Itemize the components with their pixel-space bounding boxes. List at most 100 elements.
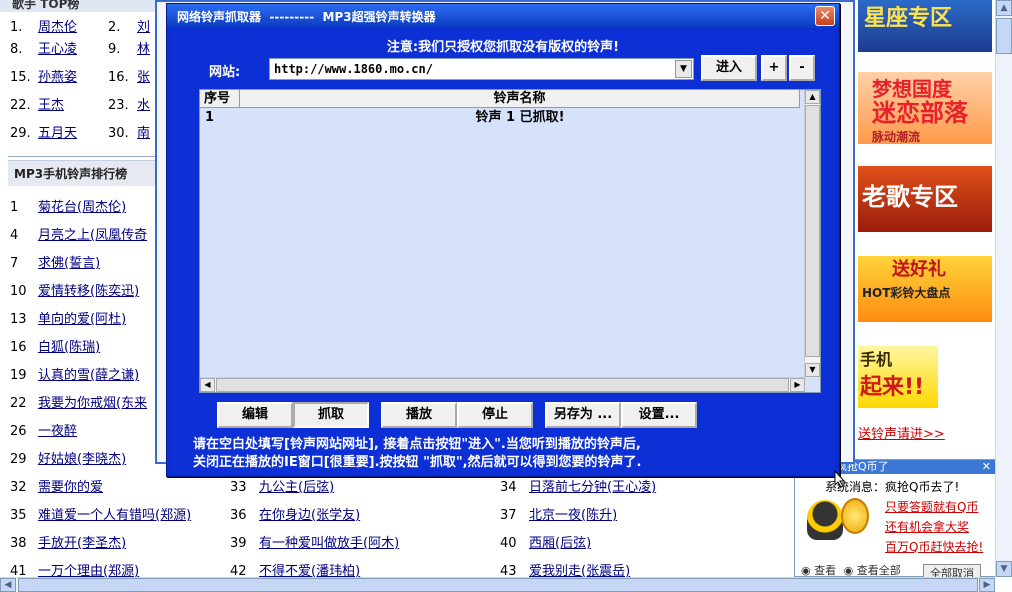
singer-row[interactable]: 2. 刘 (108, 18, 150, 38)
ringtone-link[interactable]: 爱情转移(陈奕迅) (38, 284, 139, 299)
ringtone-row[interactable]: 36 在你身边(张学友) (230, 506, 360, 526)
column-name-header[interactable]: 铃声名称 (240, 90, 800, 108)
singer-row[interactable]: 8. 王心凌 (10, 40, 77, 60)
singer-row[interactable]: 29. 五月天 (10, 124, 77, 144)
ringtone-link[interactable]: 求佛(誓言) (38, 256, 100, 271)
add-button[interactable]: + (761, 55, 787, 81)
ringtone-link[interactable]: 白狐(陈瑞) (38, 340, 100, 355)
list-horizontal-scrollbar[interactable]: ◀ ▶ (200, 377, 805, 392)
send-ringtone-link[interactable]: 送铃声请进>> (858, 423, 945, 442)
scroll-thumb[interactable] (18, 578, 978, 592)
horoscope-banner[interactable]: 星座专区 (858, 0, 992, 52)
gift-banner[interactable]: 送好礼 HOT彩铃大盘点 (858, 256, 992, 322)
ringtone-link[interactable]: 月亮之上(凤凰传奇 (38, 228, 147, 243)
scroll-up-icon[interactable]: ▲ (805, 90, 820, 104)
view-radio[interactable]: ◉ 查看 (801, 564, 836, 577)
ringtone-row[interactable]: 35 难道爱一个人有错吗(郑源) (10, 506, 191, 526)
ringtone-link[interactable]: 一夜醉 (38, 424, 77, 439)
singer-row[interactable]: 1. 周杰伦 (10, 18, 77, 38)
ringtone-link[interactable]: 北京一夜(陈升) (529, 508, 617, 523)
ringtone-link[interactable]: 我要为你戒烟(东来 (38, 396, 147, 411)
chevron-down-icon[interactable]: ▼ (675, 60, 692, 78)
ringtone-row[interactable]: 22 我要为你戒烟(东来 (10, 394, 147, 414)
ringtone-list[interactable]: 序号 铃声名称 1 铃声 1 已抓取! ▲ ▼ ◀ ▶ (199, 89, 821, 393)
dialog-titlebar[interactable]: 网络铃声抓取器 --------- MP3超强铃声转换器 ✕ (167, 4, 839, 28)
ringtone-row[interactable]: 10 爱情转移(陈奕迅) (10, 282, 139, 302)
stop-button[interactable]: 停止 (457, 402, 533, 428)
ringtone-row[interactable]: 26 一夜醉 (10, 422, 77, 442)
ringtone-row[interactable]: 19 认真的雪(薛之谦) (10, 366, 139, 386)
ringtone-row[interactable]: 33 九公主(后弦) (230, 478, 334, 498)
list-item[interactable]: 1 铃声 1 已抓取! (200, 109, 800, 127)
ringtone-row[interactable]: 16 白狐(陈瑞) (10, 338, 100, 358)
remove-button[interactable]: - (789, 55, 815, 81)
view-all-radio[interactable]: ◉ 查看全部 (844, 564, 901, 577)
singer-row[interactable]: 22. 王杰 (10, 96, 64, 116)
ringtone-row[interactable]: 40 西厢(后弦) (500, 534, 591, 554)
ringtone-row[interactable]: 29 好姑娘(李晓杰) (10, 450, 126, 470)
close-icon[interactable]: ✕ (982, 460, 991, 474)
scroll-right-icon[interactable]: ▶ (790, 378, 805, 392)
singer-link[interactable]: 五月天 (38, 126, 77, 141)
grab-button[interactable]: 抓取 (293, 402, 369, 428)
page-horizontal-scrollbar[interactable]: ◀ ▶ (0, 577, 995, 592)
oldies-banner[interactable]: 老歌专区 (858, 166, 992, 232)
dream-tribe-banner[interactable]: 梦想国度 迷恋部落 脉动潮流 (858, 72, 992, 144)
scroll-thumb[interactable] (216, 378, 789, 392)
page-vertical-scrollbar[interactable]: ▲ ▼ (995, 0, 1012, 577)
ringtone-row[interactable]: 13 单向的爱(阿杜) (10, 310, 126, 330)
mobile-banner[interactable]: 手机 起来!! (858, 346, 938, 408)
singer-row[interactable]: 16. 张 (108, 68, 150, 88)
url-value[interactable]: http://www.1860.mo.cn/ (274, 62, 433, 76)
scroll-left-icon[interactable]: ◀ (0, 578, 16, 592)
settings-button[interactable]: 设置... (621, 402, 697, 428)
ringtone-link[interactable]: 西厢(后弦) (529, 536, 591, 551)
edit-button[interactable]: 编辑 (217, 402, 293, 428)
ringtone-link[interactable]: 菊花台(周杰伦) (38, 200, 126, 215)
singer-link[interactable]: 王心凌 (38, 42, 77, 57)
singer-row[interactable]: 15. 孙燕姿 (10, 68, 77, 88)
ringtone-link[interactable]: 难道爱一个人有错吗(郑源) (38, 508, 191, 523)
singer-link[interactable]: 水 (137, 98, 150, 113)
ringtone-link[interactable]: 好姑娘(李晓杰) (38, 452, 126, 467)
ringtone-link[interactable]: 认真的雪(薛之谦) (38, 368, 139, 383)
close-icon[interactable]: ✕ (815, 6, 835, 26)
promo-link[interactable]: 只要答题就有Q币 (885, 498, 978, 515)
ringtone-link[interactable]: 日落前七分钟(王心凌) (529, 480, 656, 495)
list-vertical-scrollbar[interactable]: ▲ ▼ (804, 90, 820, 377)
singer-link[interactable]: 刘 (137, 20, 150, 35)
singer-link[interactable]: 王杰 (38, 98, 64, 113)
ringtone-link[interactable]: 九公主(后弦) (259, 480, 334, 495)
singer-link[interactable]: 张 (137, 70, 150, 85)
ringtone-link[interactable]: 在你身边(张学友) (259, 508, 360, 523)
scroll-right-icon[interactable]: ▶ (979, 578, 995, 592)
ringtone-row[interactable]: 1 菊花台(周杰伦) (10, 198, 126, 218)
scroll-down-icon[interactable]: ▼ (805, 363, 820, 377)
scroll-left-icon[interactable]: ◀ (200, 378, 215, 392)
scroll-up-icon[interactable]: ▲ (996, 0, 1012, 16)
singer-row[interactable]: 9. 林 (108, 40, 150, 60)
ringtone-row[interactable]: 38 手放开(李圣杰) (10, 534, 126, 554)
ringtone-row[interactable]: 34 日落前七分钟(王心凌) (500, 478, 656, 498)
url-combobox[interactable]: http://www.1860.mo.cn/ ▼ (269, 58, 694, 80)
singer-link[interactable]: 周杰伦 (38, 20, 77, 35)
scroll-thumb[interactable] (805, 105, 820, 357)
singer-link[interactable]: 林 (137, 42, 150, 57)
singer-row[interactable]: 30. 南 (108, 124, 150, 144)
save-as-button[interactable]: 另存为 ... (545, 402, 621, 428)
ringtone-row[interactable]: 7 求佛(誓言) (10, 254, 100, 274)
singer-link[interactable]: 孙燕姿 (38, 70, 77, 85)
ringtone-row[interactable]: 32 需要你的爱 (10, 478, 103, 498)
ringtone-row[interactable]: 37 北京一夜(陈升) (500, 506, 617, 526)
ringtone-link[interactable]: 单向的爱(阿杜) (38, 312, 126, 327)
column-index-header[interactable]: 序号 (200, 90, 240, 108)
scroll-thumb[interactable] (996, 18, 1012, 54)
ringtone-link[interactable]: 手放开(李圣杰) (38, 536, 126, 551)
singer-link[interactable]: 南 (137, 126, 150, 141)
promo-link[interactable]: 还有机会拿大奖 (885, 518, 969, 535)
ringtone-link[interactable]: 有一种爱叫做放手(阿木) (259, 536, 399, 551)
play-button[interactable]: 播放 (381, 402, 457, 428)
promo-link[interactable]: 百万Q币赶快去抢! (885, 538, 983, 555)
scroll-down-icon[interactable]: ▼ (996, 561, 1012, 577)
singer-row[interactable]: 23. 水 (108, 96, 150, 116)
